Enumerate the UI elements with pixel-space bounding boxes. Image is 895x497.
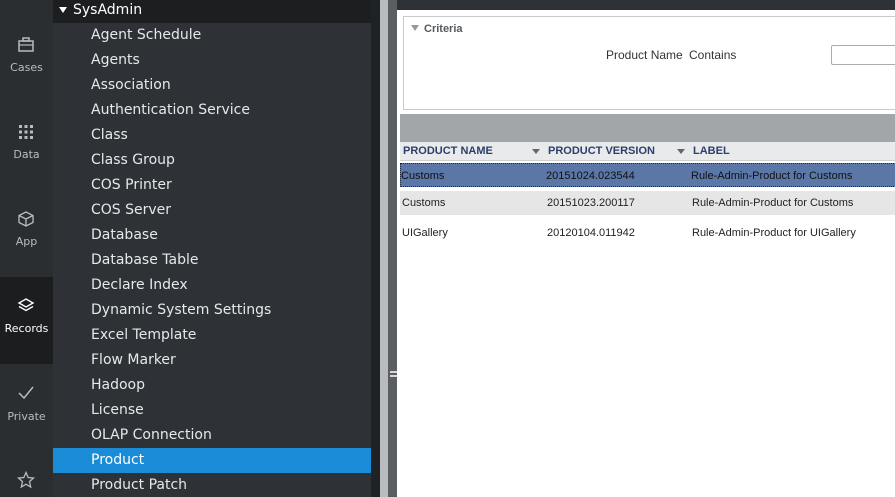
rail-label: Cases <box>10 61 43 74</box>
rail-label: Private <box>7 410 46 423</box>
column-header-product-name[interactable]: PRODUCT NAME <box>403 145 493 157</box>
tree-item-product-patch[interactable]: Product Patch <box>53 473 371 497</box>
tree-item-association[interactable]: Association <box>53 73 371 98</box>
criteria-field-label: Product Name <box>606 48 683 62</box>
criteria-title[interactable]: Criteria <box>424 23 463 35</box>
star-icon <box>17 471 35 489</box>
cell-product-version: 20151023.200117 <box>547 197 635 209</box>
tree-item-authentication-service[interactable]: Authentication Service <box>53 98 371 123</box>
layers-icon <box>17 298 35 312</box>
cube-icon <box>18 211 34 227</box>
rail-item-cases[interactable]: Cases <box>0 0 53 87</box>
tree-item-dynamic-system-settings[interactable]: Dynamic System Settings <box>53 298 371 323</box>
splitter-bar <box>380 0 388 497</box>
tree-category-label: SysAdmin <box>73 2 143 18</box>
records-tree: SysAdmin Agent Schedule Agents Associati… <box>53 0 371 497</box>
cell-product-name: Customs <box>401 170 445 182</box>
collapse-caret-icon[interactable] <box>411 25 419 31</box>
rail-item-private[interactable]: Private <box>0 364 53 451</box>
table-row[interactable]: Customs 20151023.200117 Rule-Admin-Produ… <box>400 191 895 215</box>
cell-label: Rule-Admin-Product for UIGallery <box>692 227 856 239</box>
cell-product-name: UIGallery <box>402 227 448 239</box>
rail-label: Data <box>13 148 40 161</box>
rail-item-favorites[interactable] <box>0 451 53 497</box>
caret-down-icon <box>59 7 67 13</box>
tree-item-agent-schedule[interactable]: Agent Schedule <box>53 23 371 48</box>
tree-item-license[interactable]: License <box>53 398 371 423</box>
splitter-grip-icon[interactable] <box>390 371 397 377</box>
cell-product-version: 20120104.011942 <box>547 227 635 239</box>
tree-item-agents[interactable]: Agents <box>53 48 371 73</box>
rail-item-records[interactable]: Records <box>0 277 53 364</box>
column-header-product-version[interactable]: PRODUCT VERSION <box>548 145 655 157</box>
table-row[interactable]: UIGallery 20120104.011942 Rule-Admin-Pro… <box>400 221 895 245</box>
criteria-operator: Contains <box>689 48 737 62</box>
nav-rail: Cases Data App Records Private <box>0 0 53 497</box>
tree-item-cos-server[interactable]: COS Server <box>53 198 371 223</box>
sort-caret-icon[interactable] <box>677 149 685 154</box>
cell-product-name: Customs <box>402 197 446 209</box>
rail-label: Records <box>4 322 49 335</box>
briefcase-icon <box>18 37 34 52</box>
table-row[interactable]: Customs 20151024.023544 Rule-Admin-Produ… <box>400 163 895 187</box>
sort-caret-icon[interactable] <box>532 149 540 154</box>
grid-icon <box>19 125 33 139</box>
grid-header: PRODUCT NAME PRODUCT VERSION LABEL <box>400 142 895 161</box>
tree-item-excel-template[interactable]: Excel Template <box>53 323 371 348</box>
panel-splitter[interactable] <box>380 0 397 497</box>
criteria-section: Criteria Product Name Contains <box>403 16 895 110</box>
main-panel: Criteria Product Name Contains PRODUCT N… <box>397 10 895 497</box>
tree-item-database[interactable]: Database <box>53 223 371 248</box>
tree-category-sysadmin[interactable]: SysAdmin <box>53 0 371 23</box>
column-header-label[interactable]: LABEL <box>693 145 730 157</box>
rail-label: App <box>15 235 38 248</box>
tree-item-declare-index[interactable]: Declare Index <box>53 273 371 298</box>
criteria-value-input[interactable] <box>831 45 895 65</box>
cell-product-version: 20151024.023544 <box>546 170 635 182</box>
tree-item-class-group[interactable]: Class Group <box>53 148 371 173</box>
tree-item-cos-printer[interactable]: COS Printer <box>53 173 371 198</box>
checkmark-icon <box>18 386 34 400</box>
cell-label: Rule-Admin-Product for Customs <box>692 197 854 209</box>
grid-toolbar <box>400 114 895 142</box>
tree-item-flow-marker[interactable]: Flow Marker <box>53 348 371 373</box>
rail-item-app[interactable]: App <box>0 174 53 261</box>
tree-item-olap-connection[interactable]: OLAP Connection <box>53 423 371 448</box>
tree-scrollbar[interactable] <box>371 0 380 497</box>
tree-item-database-table[interactable]: Database Table <box>53 248 371 273</box>
cell-label: Rule-Admin-Product for Customs <box>691 170 853 182</box>
tree-item-product[interactable]: Product <box>53 448 371 473</box>
tree-item-hadoop[interactable]: Hadoop <box>53 373 371 398</box>
rail-item-data[interactable]: Data <box>0 87 53 174</box>
tree-item-class[interactable]: Class <box>53 123 371 148</box>
